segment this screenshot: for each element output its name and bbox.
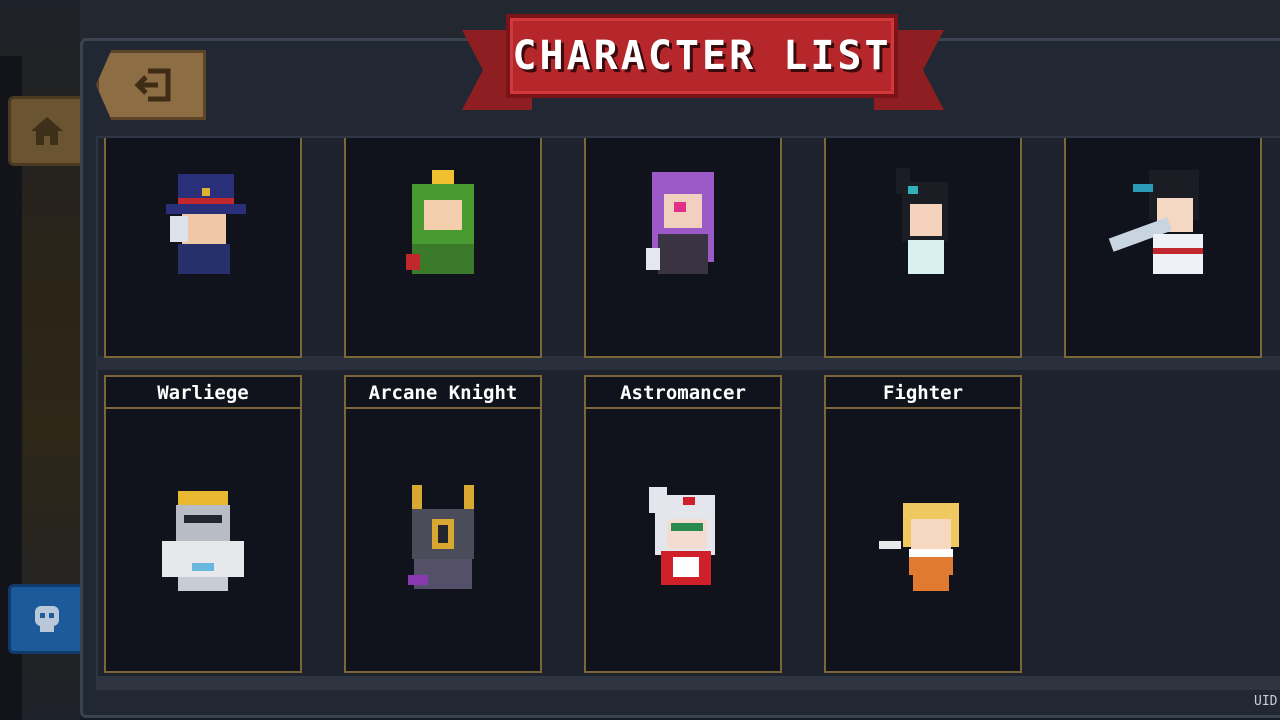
crowned-knight-icon xyxy=(162,491,244,591)
character-name: Warliege xyxy=(106,377,300,409)
home-icon xyxy=(31,117,63,145)
page-title: CHARACTER LIST xyxy=(512,33,892,79)
character-card[interactable] xyxy=(1064,138,1262,358)
blonde-fighter-icon xyxy=(879,503,959,591)
character-card[interactable] xyxy=(104,138,302,358)
frog-prince-icon xyxy=(406,170,474,274)
character-card-arcane-knight[interactable]: Arcane Knight xyxy=(344,375,542,673)
swordsman-icon xyxy=(1108,170,1203,274)
character-name: Arcane Knight xyxy=(346,377,540,409)
dark-hair-girl-icon xyxy=(896,168,948,274)
white-hair-mage-icon xyxy=(649,487,715,585)
character-card[interactable] xyxy=(824,138,1022,358)
top-hat-gentleman-icon xyxy=(166,174,246,274)
character-name: Fighter xyxy=(826,377,1020,409)
horned-knight-icon xyxy=(408,485,474,589)
character-card-astromancer[interactable]: Astromancer xyxy=(584,375,782,673)
skull-icon xyxy=(35,606,59,632)
character-name: Astromancer xyxy=(586,377,780,409)
uid-label: UID xyxy=(1254,694,1278,709)
character-menu-button[interactable] xyxy=(8,584,86,654)
title-banner: CHARACTER LIST xyxy=(506,14,898,98)
character-card-fighter[interactable]: Fighter xyxy=(824,375,1022,673)
character-card[interactable] xyxy=(344,138,542,358)
exit-icon xyxy=(134,68,171,102)
purple-hair-witch-icon xyxy=(646,172,714,274)
home-button[interactable] xyxy=(8,96,86,166)
exit-button[interactable] xyxy=(96,50,206,120)
character-card[interactable] xyxy=(584,138,782,358)
character-card-warliege[interactable]: Warliege xyxy=(104,375,302,673)
panel-bottom-bar xyxy=(96,676,1280,690)
row-divider xyxy=(96,356,1280,370)
